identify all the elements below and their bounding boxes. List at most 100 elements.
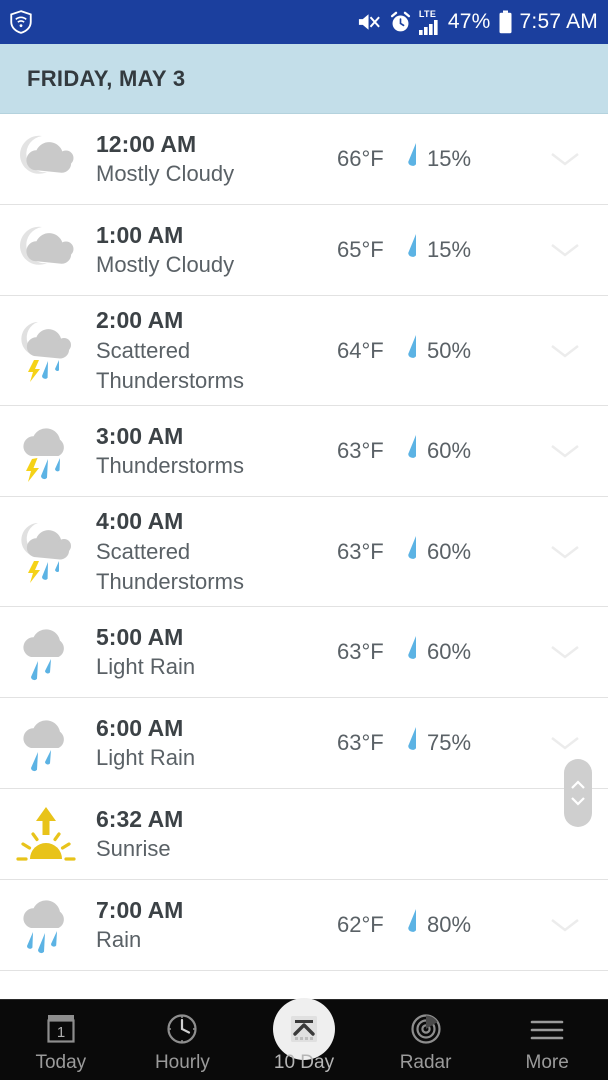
clock-icon [163, 1008, 201, 1050]
chevron-down-icon [551, 545, 579, 559]
table-row[interactable]: 4:00 AM Scattered Thunderstorms 63°F 60% [0, 497, 608, 607]
forecast-text-cell: 5:00 AM Light Rain [96, 622, 337, 682]
chevron-down-icon [551, 344, 579, 358]
forecast-temperature: 63°F [337, 438, 384, 463]
nav-label-today: Today [35, 1051, 87, 1073]
day-header: FRIDAY, MAY 3 [0, 44, 608, 114]
status-bar-right: LTE 47% 7:57 AM [357, 9, 598, 35]
nav-tab-more[interactable]: More [486, 1000, 608, 1080]
expand-row-button[interactable] [522, 240, 608, 260]
moon-behind-cloud-icon [20, 135, 74, 174]
expand-row-button[interactable] [522, 642, 608, 662]
bottom-navigation-bar: 1 Today Hourly 10 Day Radar More [0, 998, 608, 1080]
cloud-thunderstorm-icon [23, 428, 64, 482]
radar-icon [407, 1008, 445, 1050]
cloud-rain-icon [23, 629, 64, 681]
expand-row-button[interactable] [522, 733, 608, 753]
raindrop-icon [405, 433, 421, 469]
table-row-sunrise: 6:32 AM Sunrise [0, 789, 608, 880]
forecast-temperature: 65°F [337, 237, 384, 262]
nav-tab-10-day[interactable]: 10 Day [243, 998, 365, 1080]
forecast-precipitation: 50% [427, 337, 472, 363]
expand-row-button[interactable] [522, 915, 608, 935]
forecast-time: 12:00 AM [96, 130, 197, 157]
nav-tab-today[interactable]: 1 Today [0, 1000, 122, 1080]
nav-label-10-day: 10 Day [273, 1051, 335, 1073]
nav-tab-radar[interactable]: Radar [365, 1000, 487, 1080]
nav-label-hourly: Hourly [154, 1051, 210, 1073]
chevron-down-icon [551, 737, 579, 750]
chevron-down-icon [551, 919, 579, 932]
expand-row-button[interactable] [522, 542, 608, 562]
raindrop-icon [405, 634, 421, 670]
forecast-temperature: 63°F [337, 730, 384, 755]
forecast-time: 3:00 AM [96, 422, 184, 449]
forecast-precipitation: 80% [427, 912, 472, 937]
chevron-down-icon [551, 244, 579, 257]
cloud-heavy-rain-icon [23, 900, 64, 954]
forecast-metrics: 63°F 60% [337, 634, 522, 670]
moon-cloud-thunderstorm-icon [21, 522, 71, 583]
raindrop-icon [405, 141, 421, 177]
weather-icon-cell [0, 712, 96, 774]
hourly-forecast-list[interactable]: 12:00 AM Mostly Cloudy 66°F 15% 1:00 AM … [0, 114, 608, 971]
forecast-precipitation: 60% [427, 639, 472, 664]
table-row[interactable]: 12:00 AM Mostly Cloudy 66°F 15% [0, 114, 608, 205]
expand-row-button[interactable] [522, 341, 608, 361]
forecast-text-cell: 4:00 AM Scattered Thunderstorms [96, 506, 337, 596]
nav-label-more: More [525, 1051, 569, 1073]
expand-row-button[interactable] [522, 441, 608, 461]
raindrop-icon [405, 333, 421, 369]
forecast-condition: Rain [96, 927, 142, 953]
sunrise-time: 6:32 AM [96, 805, 184, 832]
weather-icon-cell [0, 894, 96, 956]
scrollbar-thumb[interactable] [564, 759, 592, 827]
forecast-condition: Light Rain [96, 654, 196, 680]
raindrop-icon [405, 534, 421, 570]
forecast-time: 2:00 AM [96, 307, 184, 334]
moon-cloud-thunderstorm-icon [21, 321, 71, 382]
forecast-time: 4:00 AM [96, 508, 184, 535]
calendar-today-icon: 1 [42, 1008, 80, 1050]
forecast-temperature: 63°F [337, 639, 384, 664]
forecast-precipitation: 75% [427, 730, 472, 755]
table-row[interactable]: 5:00 AM Light Rain 63°F 60% [0, 607, 608, 698]
sunrise-label: Sunrise [96, 836, 171, 862]
forecast-text-cell: 1:00 AM Mostly Cloudy [96, 220, 337, 280]
forecast-time: 5:00 AM [96, 623, 184, 650]
hamburger-menu-icon [526, 1008, 568, 1050]
nav-tab-hourly[interactable]: Hourly [122, 1000, 244, 1080]
table-row[interactable]: 6:00 AM Light Rain 63°F 75% [0, 698, 608, 789]
forecast-metrics: 63°F 60% [337, 433, 522, 469]
table-row[interactable]: 1:00 AM Mostly Cloudy 65°F 15% [0, 205, 608, 296]
forecast-metrics: 66°F 15% [337, 141, 522, 177]
raindrop-icon [405, 232, 421, 268]
phone-screen: LTE 47% 7:57 AM FRIDAY, MAY 3 12:00 AM M… [0, 0, 608, 1080]
forecast-condition: Light Rain [96, 745, 196, 771]
weather-icon-cell [0, 130, 96, 188]
forecast-condition: Scattered Thunderstorms [96, 538, 244, 594]
table-row[interactable]: 2:00 AM Scattered Thunderstorms 64°F 50% [0, 296, 608, 406]
svg-text:1: 1 [57, 1024, 65, 1041]
day-header-title: FRIDAY, MAY 3 [27, 65, 186, 91]
raindrop-icon [405, 907, 421, 943]
weather-icon-cell [0, 803, 96, 865]
forecast-time: 6:00 AM [96, 714, 184, 741]
forecast-temperature: 64°F [337, 337, 384, 363]
forecast-condition: Mostly Cloudy [96, 161, 235, 187]
forecast-precipitation: 60% [427, 538, 472, 564]
lte-signal-icon: LTE [418, 9, 441, 35]
table-row[interactable]: 7:00 AM Rain 62°F 80% [0, 880, 608, 971]
chevron-down-icon [551, 153, 579, 166]
forecast-time: 1:00 AM [96, 221, 184, 248]
forecast-metrics: 64°F 50% [337, 333, 522, 369]
moon-behind-cloud-icon [20, 226, 74, 265]
forecast-precipitation: 60% [427, 438, 472, 463]
forecast-precipitation: 15% [427, 237, 472, 262]
forecast-time: 7:00 AM [96, 896, 184, 923]
table-row[interactable]: 3:00 AM Thunderstorms 63°F 60% [0, 406, 608, 497]
forecast-metrics: 63°F 75% [337, 725, 522, 761]
forecast-text-cell: 7:00 AM Rain [96, 895, 337, 955]
weather-icon-cell [0, 519, 96, 585]
expand-row-button[interactable] [522, 149, 608, 169]
